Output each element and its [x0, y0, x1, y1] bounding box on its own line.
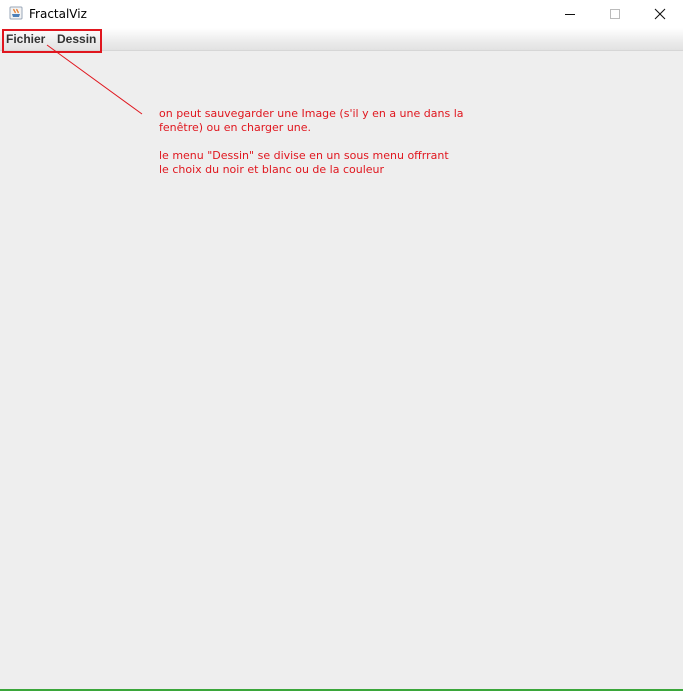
close-button[interactable]: [637, 0, 683, 28]
java-cup-icon: [9, 6, 23, 20]
maximize-icon: [610, 9, 620, 19]
menu-bar: Fichier Dessin: [0, 28, 683, 51]
window-title: FractalViz: [29, 7, 87, 21]
annotation-line: le menu "Dessin" se divise en un sous me…: [159, 149, 449, 162]
title-bar: FractalViz: [0, 0, 683, 28]
minimize-button[interactable]: [547, 0, 593, 28]
menu-highlight-box: [2, 29, 102, 53]
close-icon: [654, 8, 666, 20]
annotation-line: on peut sauvegarder une Image (s'il y en…: [159, 107, 464, 120]
maximize-button[interactable]: [592, 0, 638, 28]
annotation-line: le choix du noir et blanc ou de la coule…: [159, 163, 385, 176]
annotation-line: fenêtre) ou en charger une.: [159, 121, 312, 134]
minimize-icon: [565, 14, 575, 15]
annotation-pointer-line: [46, 44, 143, 115]
